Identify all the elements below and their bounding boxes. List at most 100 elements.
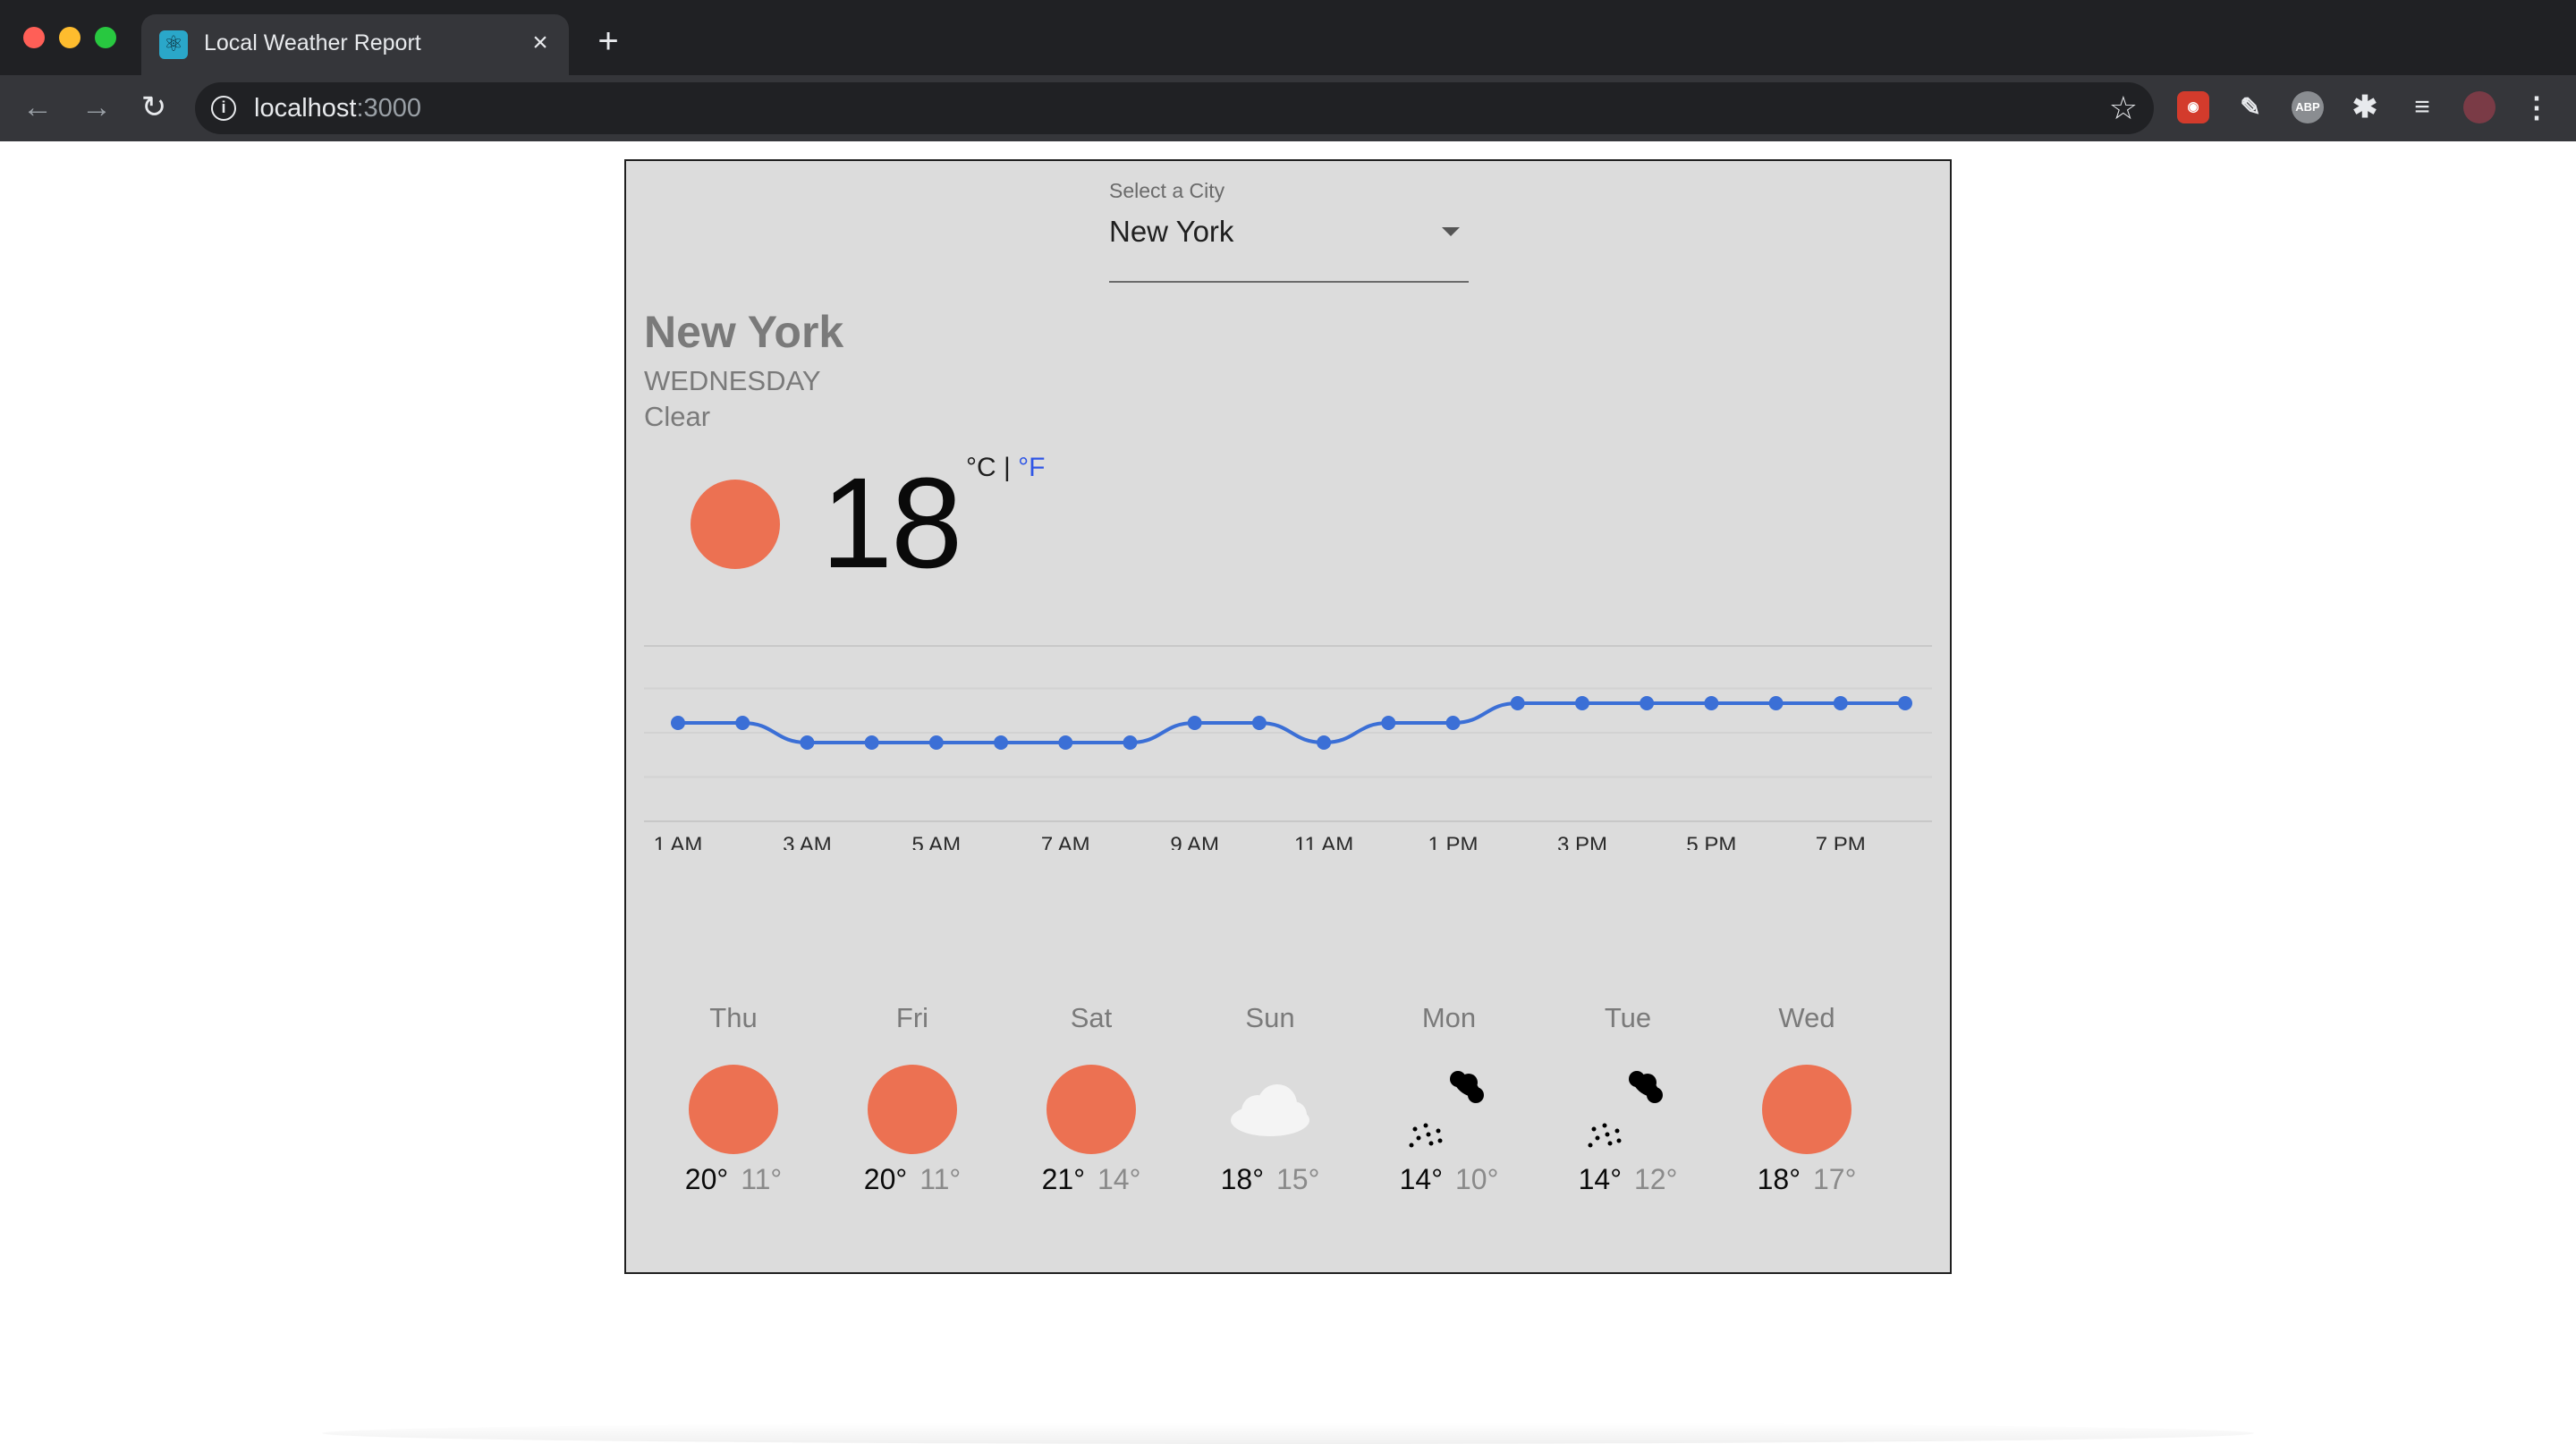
forecast-low: 14° [1097,1163,1141,1195]
current-condition: Clear [644,401,711,432]
forecast-day-label: Mon [1421,1002,1477,1033]
url-host: localhost [254,94,357,123]
chart-point-10-am[interactable] [1251,716,1267,730]
tab-close-icon[interactable]: × [524,27,556,59]
chart-point-3-pm[interactable] [1574,696,1589,710]
forecast-day-label: Sun [1245,1002,1295,1033]
minimize-window-button[interactable] [59,27,80,48]
sun-icon [868,1065,957,1154]
reading-list-icon[interactable]: ≡ [2406,91,2438,123]
rain-icon [1583,1065,1673,1154]
sun-icon [691,480,780,569]
chart-x-tick-label: 11 AM [1294,833,1353,850]
forecast-high: 21° [1041,1163,1085,1195]
chart-point-5-pm[interactable] [1704,696,1719,710]
forecast-low: 11° [919,1163,962,1195]
forecast-high: 14° [1399,1163,1443,1195]
hourly-temperature-chart: 1 AM 3 AM 5 AM 7 AM 9 AM 11 AM 1 PM 3 PM 5 PM 7 P… [644,645,1932,850]
sun-icon [689,1065,778,1154]
pen-extension-icon[interactable]: ✎ [2234,91,2267,123]
city-select[interactable]: Select a City New York [1109,179,1469,283]
forecast-temps: 21° 14° [1002,1163,1181,1196]
forecast-high: 20° [684,1163,729,1195]
maximize-window-button[interactable] [95,27,116,48]
chart-x-tick-label: 5 PM [1686,833,1736,850]
page-shadow [322,1423,2254,1444]
tab-strip: ⚛ Local Weather Report × + [0,0,2576,75]
tab-title: Local Weather Report [204,30,421,55]
forecast-temps: 20° 11° [823,1163,1002,1196]
chart-point-3-am[interactable] [800,735,815,750]
chart-point-2-pm[interactable] [1510,696,1525,710]
forecast-high: 14° [1578,1163,1622,1195]
select-underline [1109,281,1469,283]
url-text[interactable]: localhost:3000 [254,94,421,123]
forecast-high: 20° [863,1163,908,1195]
chart-point-1-am[interactable] [671,716,685,730]
chart-x-tick-label: 7 PM [1816,833,1866,850]
close-window-button[interactable] [23,27,45,48]
forecast-day-thu: Thu 20° 11° [644,1002,823,1261]
star-icon[interactable]: ☆ [2109,90,2138,126]
address-bar[interactable]: i localhost:3000 ☆ [195,82,2154,134]
chart-point-6-pm[interactable] [1768,696,1784,710]
reload-icon[interactable]: ↻ [134,88,174,127]
current-day: WEDNESDAY [644,365,821,396]
current-temperature: 18 [821,451,962,595]
unit-separator: | [1004,453,1011,482]
forecast-temps: 18° 17° [1717,1163,1896,1196]
chart-point-4-pm[interactable] [1640,696,1655,710]
daily-forecast: Thu 20° 11° Fri 20° 11° Sat 21° 14° Sun 18° 15° Mon 1… [644,1002,1932,1261]
city-name: New York [644,307,844,357]
forecast-temps: 20° 11° [644,1163,823,1196]
profile-avatar[interactable] [2463,91,2496,123]
rain-icon [1404,1065,1494,1154]
chart-x-tick-label: 1 PM [1428,833,1479,850]
chart-series-line [677,701,1905,745]
unit-toggle: °C | °F [966,453,1045,483]
info-icon[interactable]: i [211,96,236,121]
forecast-high: 18° [1220,1163,1264,1195]
dropdown-arrow-icon[interactable] [1442,227,1460,236]
chart-point-9-am[interactable] [1187,716,1202,730]
chart-point-2-am[interactable] [735,716,750,730]
chart-point-11-am[interactable] [1317,735,1332,750]
chart-point-8-am[interactable] [1123,735,1138,750]
chart-x-tick-label: 5 AM [911,833,961,850]
city-select-value[interactable]: New York [1109,215,1233,249]
chart-point-12-pm[interactable] [1381,716,1396,730]
menu-kebab-icon[interactable]: ⋮ [2521,91,2553,123]
chart-point-1-pm[interactable] [1445,716,1461,730]
arrow-left-icon[interactable]: ← [18,88,57,127]
forecast-day-label: Wed [1778,1002,1835,1033]
chart-point-7-pm[interactable] [1833,696,1848,710]
sun-icon [1046,1065,1136,1154]
screen-capture-extension-icon[interactable]: ◉ [2177,91,2209,123]
new-tab-button[interactable]: + [590,23,626,59]
chart-x-tick-label: 1 AM [654,833,703,850]
browser-chrome: ⚛ Local Weather Report × + ← → ↻ i local… [0,0,2576,141]
react-icon: ⚛ [159,30,188,59]
chart-point-4-am[interactable] [864,735,879,750]
chart-x-tick-label: 3 PM [1557,833,1607,850]
chart-point-7-am[interactable] [1058,735,1073,750]
browser-tab[interactable]: ⚛ Local Weather Report × [141,14,569,75]
forecast-day-fri: Fri 20° 11° [823,1002,1002,1261]
forecast-temps: 14° 12° [1538,1163,1717,1196]
forecast-low: 17° [1813,1163,1857,1195]
forecast-day-wed: Wed 18° 17° [1717,1002,1896,1261]
puzzle-extensions-icon[interactable]: ✱ [2349,91,2381,123]
forecast-temps: 14° 10° [1360,1163,1538,1196]
chart-x-tick-label: 3 AM [783,833,832,850]
fahrenheit-link[interactable]: °F [1018,453,1045,482]
arrow-right-icon[interactable]: → [77,88,116,127]
chart-point-6-am[interactable] [994,735,1009,750]
forecast-low: 15° [1276,1163,1320,1195]
chart-x-tick-label: 9 AM [1170,833,1219,850]
weather-card: Select a City New York New York WEDNESDA… [624,159,1952,1274]
adblock-extension-icon[interactable]: ABP [2292,91,2324,123]
forecast-low: 12° [1634,1163,1678,1195]
chart-point-8-pm[interactable] [1898,696,1912,710]
chart-point-5-am[interactable] [928,735,944,750]
forecast-day-label: Fri [895,1002,929,1033]
